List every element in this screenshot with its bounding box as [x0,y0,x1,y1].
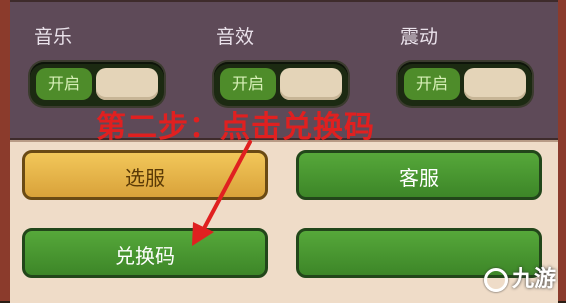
annotation-arrow [192,140,252,246]
watermark: 九游 [483,261,556,293]
watermark-text: 九游 [511,267,556,292]
watermark-logo-icon [483,268,508,292]
